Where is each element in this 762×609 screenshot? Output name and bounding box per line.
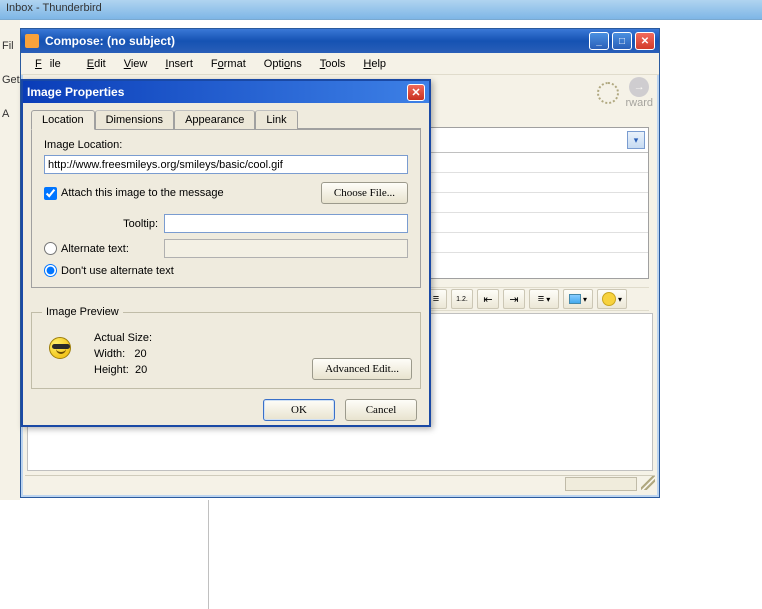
ok-button[interactable]: OK [263, 399, 335, 421]
preview-legend: Image Preview [42, 306, 123, 318]
compose-titlebar[interactable]: Compose: (no subject) _ □ ✕ [21, 29, 659, 53]
cancel-button[interactable]: Cancel [345, 399, 417, 421]
smiley-icon [602, 292, 616, 306]
address-grid[interactable] [428, 152, 648, 278]
attach-checkbox-label[interactable]: Attach this image to the message [44, 187, 224, 200]
dialog-title-text: Image Properties [27, 85, 124, 99]
tab-appearance[interactable]: Appearance [174, 110, 255, 129]
tab-location[interactable]: Location [31, 110, 95, 130]
dialog-footer: OK Cancel [23, 389, 429, 431]
resize-grip[interactable] [641, 476, 655, 490]
alternate-text-input [164, 239, 408, 258]
menu-help[interactable]: Help [355, 56, 394, 72]
cool-smiley-icon [49, 337, 71, 359]
compose-menubar: Filedocument.currentScript.previousSibli… [21, 53, 659, 75]
preview-size-info: Actual Size: Width: 20 Height: 20 [94, 324, 152, 378]
minimize-button[interactable]: _ [589, 32, 609, 50]
dialog-close-button[interactable]: ✕ [407, 84, 425, 101]
dialog-tabs: Location Dimensions Appearance Link [31, 110, 421, 130]
image-location-label: Image Location: [44, 139, 408, 151]
image-properties-dialog: Image Properties ✕ Location Dimensions A… [21, 79, 431, 427]
alternate-text-radio-label[interactable]: Alternate text: [44, 242, 164, 255]
tab-link[interactable]: Link [255, 110, 297, 129]
status-progress-box [565, 477, 637, 491]
insert-image-dropdown[interactable]: ▾ [563, 289, 593, 309]
menu-edit[interactable]: Edit [79, 56, 114, 72]
pane-divider [208, 500, 209, 609]
menu-insert[interactable]: Insert [157, 56, 201, 72]
preview-thumbnail [42, 330, 78, 366]
account-dropdown[interactable] [627, 131, 645, 149]
alternate-text-radio[interactable] [44, 242, 57, 255]
image-location-input[interactable] [44, 155, 408, 174]
compose-icon [25, 34, 39, 48]
menu-file[interactable]: Filedocument.currentScript.previousSibli… [27, 56, 77, 72]
throbber-icon [597, 82, 619, 104]
menu-format[interactable]: Format [203, 56, 254, 72]
dialog-titlebar[interactable]: Image Properties ✕ [23, 81, 429, 103]
attach-checkbox[interactable] [44, 187, 57, 200]
no-alternate-radio-label[interactable]: Don't use alternate text [44, 264, 408, 277]
forward-button[interactable]: → rward [625, 77, 653, 109]
advanced-edit-button[interactable]: Advanced Edit... [312, 358, 412, 380]
menu-tools[interactable]: Tools [312, 56, 354, 72]
actual-size-label: Actual Size: [94, 330, 152, 346]
insert-smiley-dropdown[interactable]: ▾ [597, 289, 627, 309]
thunderbird-titlebar: Inbox - Thunderbird [0, 0, 762, 20]
number-list-button[interactable]: 1.2. [451, 289, 473, 309]
format-toolbar: ≡ 1.2. ⇤ ⇥ ≡▾ ▾ ▾ [421, 287, 649, 311]
no-alternate-radio[interactable] [44, 264, 57, 277]
thunderbird-left-sliver: Fil Get A [0, 20, 20, 500]
compose-title-text: Compose: (no subject) [45, 34, 175, 48]
menu-options[interactable]: Options [256, 56, 310, 72]
compose-header-panel [427, 127, 649, 279]
tab-panel-location: Image Location: Attach this image to the… [31, 128, 421, 288]
thunderbird-title: Inbox - Thunderbird [6, 2, 102, 14]
menu-view[interactable]: View [116, 56, 156, 72]
tooltip-label: Tooltip: [44, 218, 164, 230]
forward-arrow-icon: → [629, 77, 649, 97]
choose-file-button[interactable]: Choose File... [321, 182, 408, 204]
tab-dimensions[interactable]: Dimensions [95, 110, 174, 129]
close-button[interactable]: ✕ [635, 32, 655, 50]
maximize-button[interactable]: □ [612, 32, 632, 50]
tooltip-input[interactable] [164, 214, 408, 233]
indent-button[interactable]: ⇥ [503, 289, 525, 309]
align-dropdown[interactable]: ≡▾ [529, 289, 559, 309]
compose-statusbar [25, 475, 655, 493]
outdent-button[interactable]: ⇤ [477, 289, 499, 309]
image-preview-group: Image Preview Actual Size: Width: 20 Hei… [31, 306, 421, 389]
